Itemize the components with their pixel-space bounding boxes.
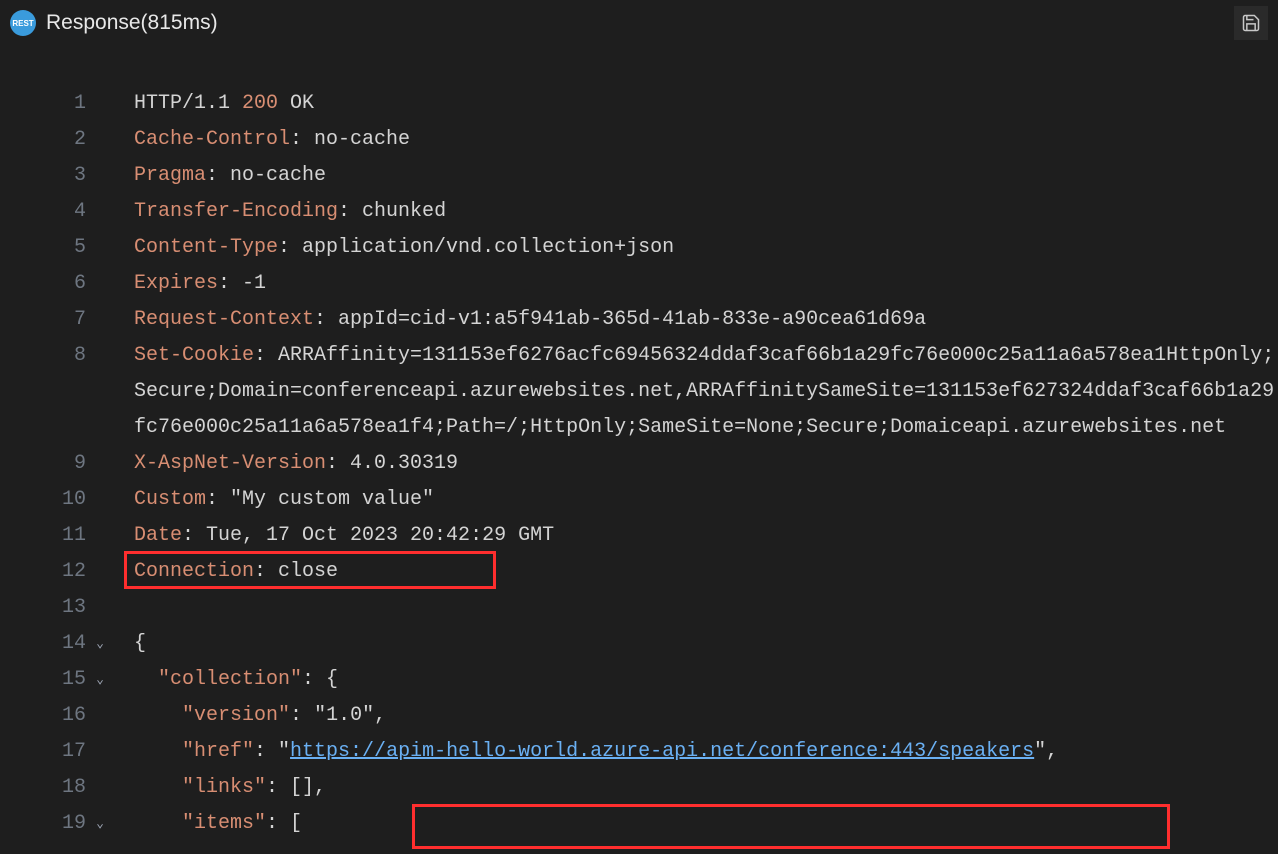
fold-icon[interactable]: ⌄	[88, 662, 104, 698]
code-line[interactable]: 10Custom: "My custom value"	[0, 482, 1278, 518]
code-line[interactable]: 7Request-Context: appId=cid-v1:a5f941ab-…	[0, 302, 1278, 338]
panel-header: REST Response(815ms)	[0, 0, 1278, 46]
code-line[interactable]: 6Expires: -1	[0, 266, 1278, 302]
fold-icon[interactable]: ⌄	[88, 806, 104, 842]
line-number: 15⌄	[0, 662, 100, 698]
code-content[interactable]: "items": [	[100, 806, 1278, 842]
code-content[interactable]: Set-Cookie: ARRAffinity=131153ef6276acfc…	[100, 338, 1278, 446]
code-content[interactable]: "version": "1.0",	[100, 698, 1278, 734]
editor-wrapper: 1HTTP/1.1 200 OK2Cache-Control: no-cache…	[0, 46, 1278, 842]
line-number: 9	[0, 446, 100, 482]
panel-header-left: REST Response(815ms)	[10, 10, 218, 36]
line-number: 4	[0, 194, 100, 230]
code-line[interactable]: 2Cache-Control: no-cache	[0, 122, 1278, 158]
code-line[interactable]: 5Content-Type: application/vnd.collectio…	[0, 230, 1278, 266]
line-number: 16	[0, 698, 100, 734]
code-content[interactable]: Date: Tue, 17 Oct 2023 20:42:29 GMT	[100, 518, 1278, 554]
response-url-link[interactable]: https://apim-hello-world.azure-api.net/c…	[290, 740, 1034, 763]
code-content[interactable]: Content-Type: application/vnd.collection…	[100, 230, 1278, 266]
line-number: 19⌄	[0, 806, 100, 842]
code-content[interactable]: Transfer-Encoding: chunked	[100, 194, 1278, 230]
code-content[interactable]: "links": [],	[100, 770, 1278, 806]
line-number: 13	[0, 590, 100, 626]
code-content[interactable]: {	[100, 626, 1278, 662]
line-number: 2	[0, 122, 100, 158]
code-line[interactable]: 13	[0, 590, 1278, 626]
rest-client-icon: REST	[10, 10, 36, 36]
code-line[interactable]: 17 "href": "https://apim-hello-world.azu…	[0, 734, 1278, 770]
line-number: 12	[0, 554, 100, 590]
code-line[interactable]: 12Connection: close	[0, 554, 1278, 590]
code-line[interactable]: 15⌄ "collection": {	[0, 662, 1278, 698]
line-number: 3	[0, 158, 100, 194]
code-content[interactable]: Expires: -1	[100, 266, 1278, 302]
line-number: 8	[0, 338, 100, 374]
line-number: 14⌄	[0, 626, 100, 662]
line-number: 1	[0, 86, 100, 122]
code-line[interactable]: 1HTTP/1.1 200 OK	[0, 86, 1278, 122]
code-line[interactable]: 19⌄ "items": [	[0, 806, 1278, 842]
save-icon	[1241, 13, 1261, 33]
code-content[interactable]: "collection": {	[100, 662, 1278, 698]
line-number: 18	[0, 770, 100, 806]
line-number: 6	[0, 266, 100, 302]
panel-title: Response(815ms)	[46, 11, 218, 35]
code-line[interactable]: 8Set-Cookie: ARRAffinity=131153ef6276acf…	[0, 338, 1278, 446]
line-number: 17	[0, 734, 100, 770]
code-content[interactable]: Pragma: no-cache	[100, 158, 1278, 194]
line-number: 11	[0, 518, 100, 554]
line-number: 10	[0, 482, 100, 518]
code-content[interactable]: "href": "https://apim-hello-world.azure-…	[100, 734, 1278, 770]
line-number: 5	[0, 230, 100, 266]
code-line[interactable]: 18 "links": [],	[0, 770, 1278, 806]
code-content[interactable]: Request-Context: appId=cid-v1:a5f941ab-3…	[100, 302, 1278, 338]
code-content[interactable]: X-AspNet-Version: 4.0.30319	[100, 446, 1278, 482]
code-line[interactable]: 3Pragma: no-cache	[0, 158, 1278, 194]
rest-icon-label: REST	[12, 19, 33, 28]
code-line[interactable]: 9X-AspNet-Version: 4.0.30319	[0, 446, 1278, 482]
code-line[interactable]: 4Transfer-Encoding: chunked	[0, 194, 1278, 230]
code-content[interactable]: HTTP/1.1 200 OK	[100, 86, 1278, 122]
code-content[interactable]: Custom: "My custom value"	[100, 482, 1278, 518]
code-line[interactable]: 11Date: Tue, 17 Oct 2023 20:42:29 GMT	[0, 518, 1278, 554]
code-line[interactable]: 14⌄{	[0, 626, 1278, 662]
save-button[interactable]	[1234, 6, 1268, 40]
code-line[interactable]: 16 "version": "1.0",	[0, 698, 1278, 734]
response-editor[interactable]: 1HTTP/1.1 200 OK2Cache-Control: no-cache…	[0, 46, 1278, 842]
code-content[interactable]: Cache-Control: no-cache	[100, 122, 1278, 158]
code-content[interactable]: Connection: close	[100, 554, 1278, 590]
fold-icon[interactable]: ⌄	[88, 626, 104, 662]
line-number: 7	[0, 302, 100, 338]
